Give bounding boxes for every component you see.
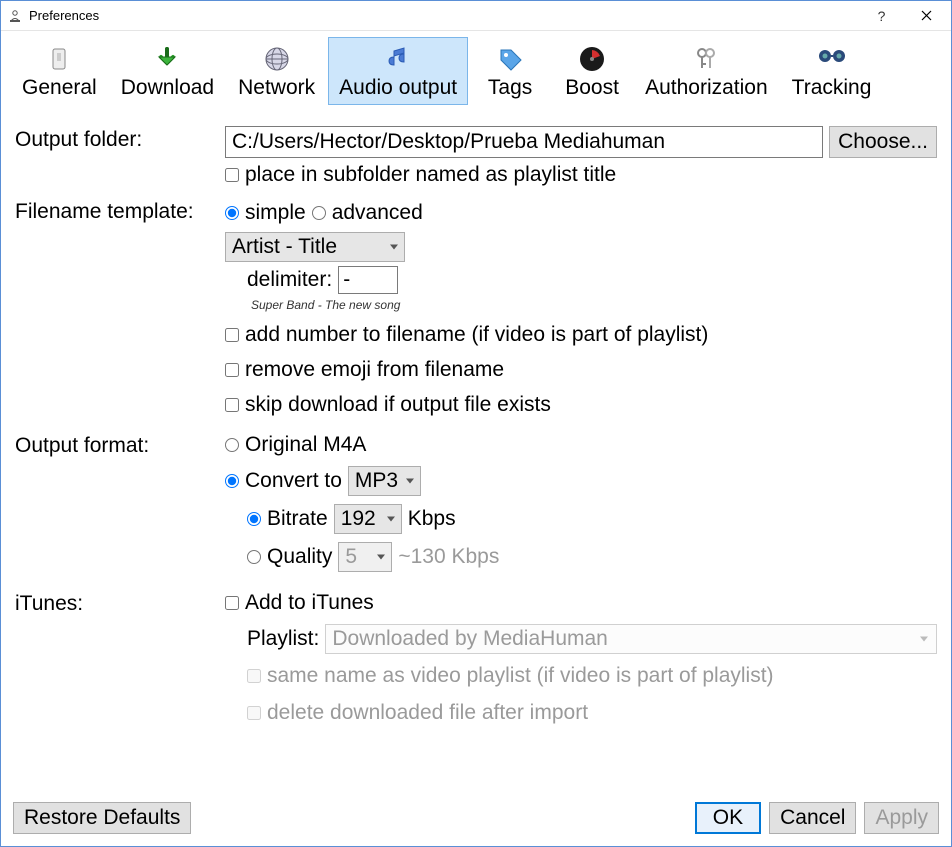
template-combo[interactable]: Artist - Title — [225, 232, 405, 262]
mode-simple-radio[interactable]: simple — [225, 201, 306, 225]
filename-template-label: Filename template: — [15, 196, 225, 224]
tab-label: Tags — [488, 76, 532, 100]
ok-button[interactable]: OK — [695, 802, 761, 834]
chevron-down-icon — [920, 637, 928, 642]
chevron-down-icon — [377, 555, 385, 560]
window-title: Preferences — [29, 8, 859, 23]
bitrate-radio[interactable]: Bitrate — [247, 507, 328, 531]
quality-combo[interactable]: 5 — [338, 542, 392, 572]
output-format-label: Output format: — [15, 430, 225, 458]
general-icon — [42, 42, 76, 76]
tab-boost[interactable]: Boost — [552, 37, 632, 105]
add-number-checkbox[interactable]: add number to filename (if video is part… — [225, 323, 937, 347]
delimiter-input[interactable] — [338, 266, 398, 294]
subfolder-checkbox-label: place in subfolder named as playlist tit… — [245, 163, 616, 187]
titlebar: Preferences ? — [1, 1, 951, 31]
close-button[interactable] — [904, 2, 949, 30]
quality-radio[interactable]: Quality — [247, 545, 332, 569]
restore-defaults-button[interactable]: Restore Defaults — [13, 802, 191, 834]
download-icon — [150, 42, 184, 76]
tab-authorization[interactable]: Authorization — [634, 37, 779, 105]
output-folder-input[interactable] — [225, 126, 823, 158]
tab-label: Download — [121, 76, 214, 100]
help-button[interactable]: ? — [859, 2, 904, 30]
subfolder-checkbox-input[interactable] — [225, 168, 239, 182]
filename-example: Super Band - The new song — [251, 298, 937, 312]
cancel-button[interactable]: Cancel — [769, 802, 856, 834]
toolbar: General Download Network Audio output Ta… — [1, 31, 951, 106]
tab-tracking[interactable]: Tracking — [781, 37, 883, 105]
network-icon — [260, 42, 294, 76]
tags-icon — [493, 42, 527, 76]
output-folder-label: Output folder: — [15, 124, 225, 152]
itunes-label: iTunes: — [15, 588, 225, 616]
tab-general[interactable]: General — [11, 37, 108, 105]
delimiter-label: delimiter: — [247, 268, 332, 292]
chevron-down-icon — [387, 517, 395, 522]
tab-label: General — [22, 76, 97, 100]
tab-label: Tracking — [792, 76, 872, 100]
same-name-checkbox: same name as video playlist (if video is… — [247, 664, 937, 688]
delete-after-checkbox: delete downloaded file after import — [247, 701, 937, 725]
tab-audio-output[interactable]: Audio output — [328, 37, 468, 105]
bitrate-combo[interactable]: 192 — [334, 504, 402, 534]
choose-button[interactable]: Choose... — [829, 126, 937, 158]
tab-download[interactable]: Download — [110, 37, 225, 105]
tab-network[interactable]: Network — [227, 37, 326, 105]
convert-radio[interactable]: Convert to — [225, 469, 342, 493]
authorization-icon — [689, 42, 723, 76]
boost-icon — [575, 42, 609, 76]
chevron-down-icon — [390, 245, 398, 250]
tab-label: Audio output — [339, 76, 457, 100]
content-area: Output folder: Choose... place in subfol… — [1, 106, 951, 796]
skip-exists-checkbox[interactable]: skip download if output file exists — [225, 393, 937, 417]
tab-label: Network — [238, 76, 315, 100]
tracking-icon — [815, 42, 849, 76]
quality-hint: ~130 Kbps — [398, 545, 499, 569]
chevron-down-icon — [406, 479, 414, 484]
bitrate-unit: Kbps — [408, 507, 456, 531]
apply-button[interactable]: Apply — [864, 802, 939, 834]
remove-emoji-checkbox[interactable]: remove emoji from filename — [225, 358, 937, 382]
playlist-label: Playlist: — [247, 627, 319, 651]
app-icon — [7, 8, 23, 24]
playlist-combo[interactable]: Downloaded by MediaHuman — [325, 624, 937, 654]
template-combo-value: Artist - Title — [232, 235, 337, 259]
tab-label: Authorization — [645, 76, 768, 100]
original-radio[interactable]: Original M4A — [225, 433, 937, 457]
convert-format-combo[interactable]: MP3 — [348, 466, 421, 496]
audio-output-icon — [381, 42, 415, 76]
tab-label: Boost — [565, 76, 619, 100]
subfolder-checkbox[interactable]: place in subfolder named as playlist tit… — [225, 163, 937, 187]
footer: Restore Defaults OK Cancel Apply — [1, 796, 951, 846]
add-itunes-checkbox[interactable]: Add to iTunes — [225, 591, 937, 615]
mode-advanced-radio[interactable]: advanced — [312, 201, 423, 225]
tab-tags[interactable]: Tags — [470, 37, 550, 105]
